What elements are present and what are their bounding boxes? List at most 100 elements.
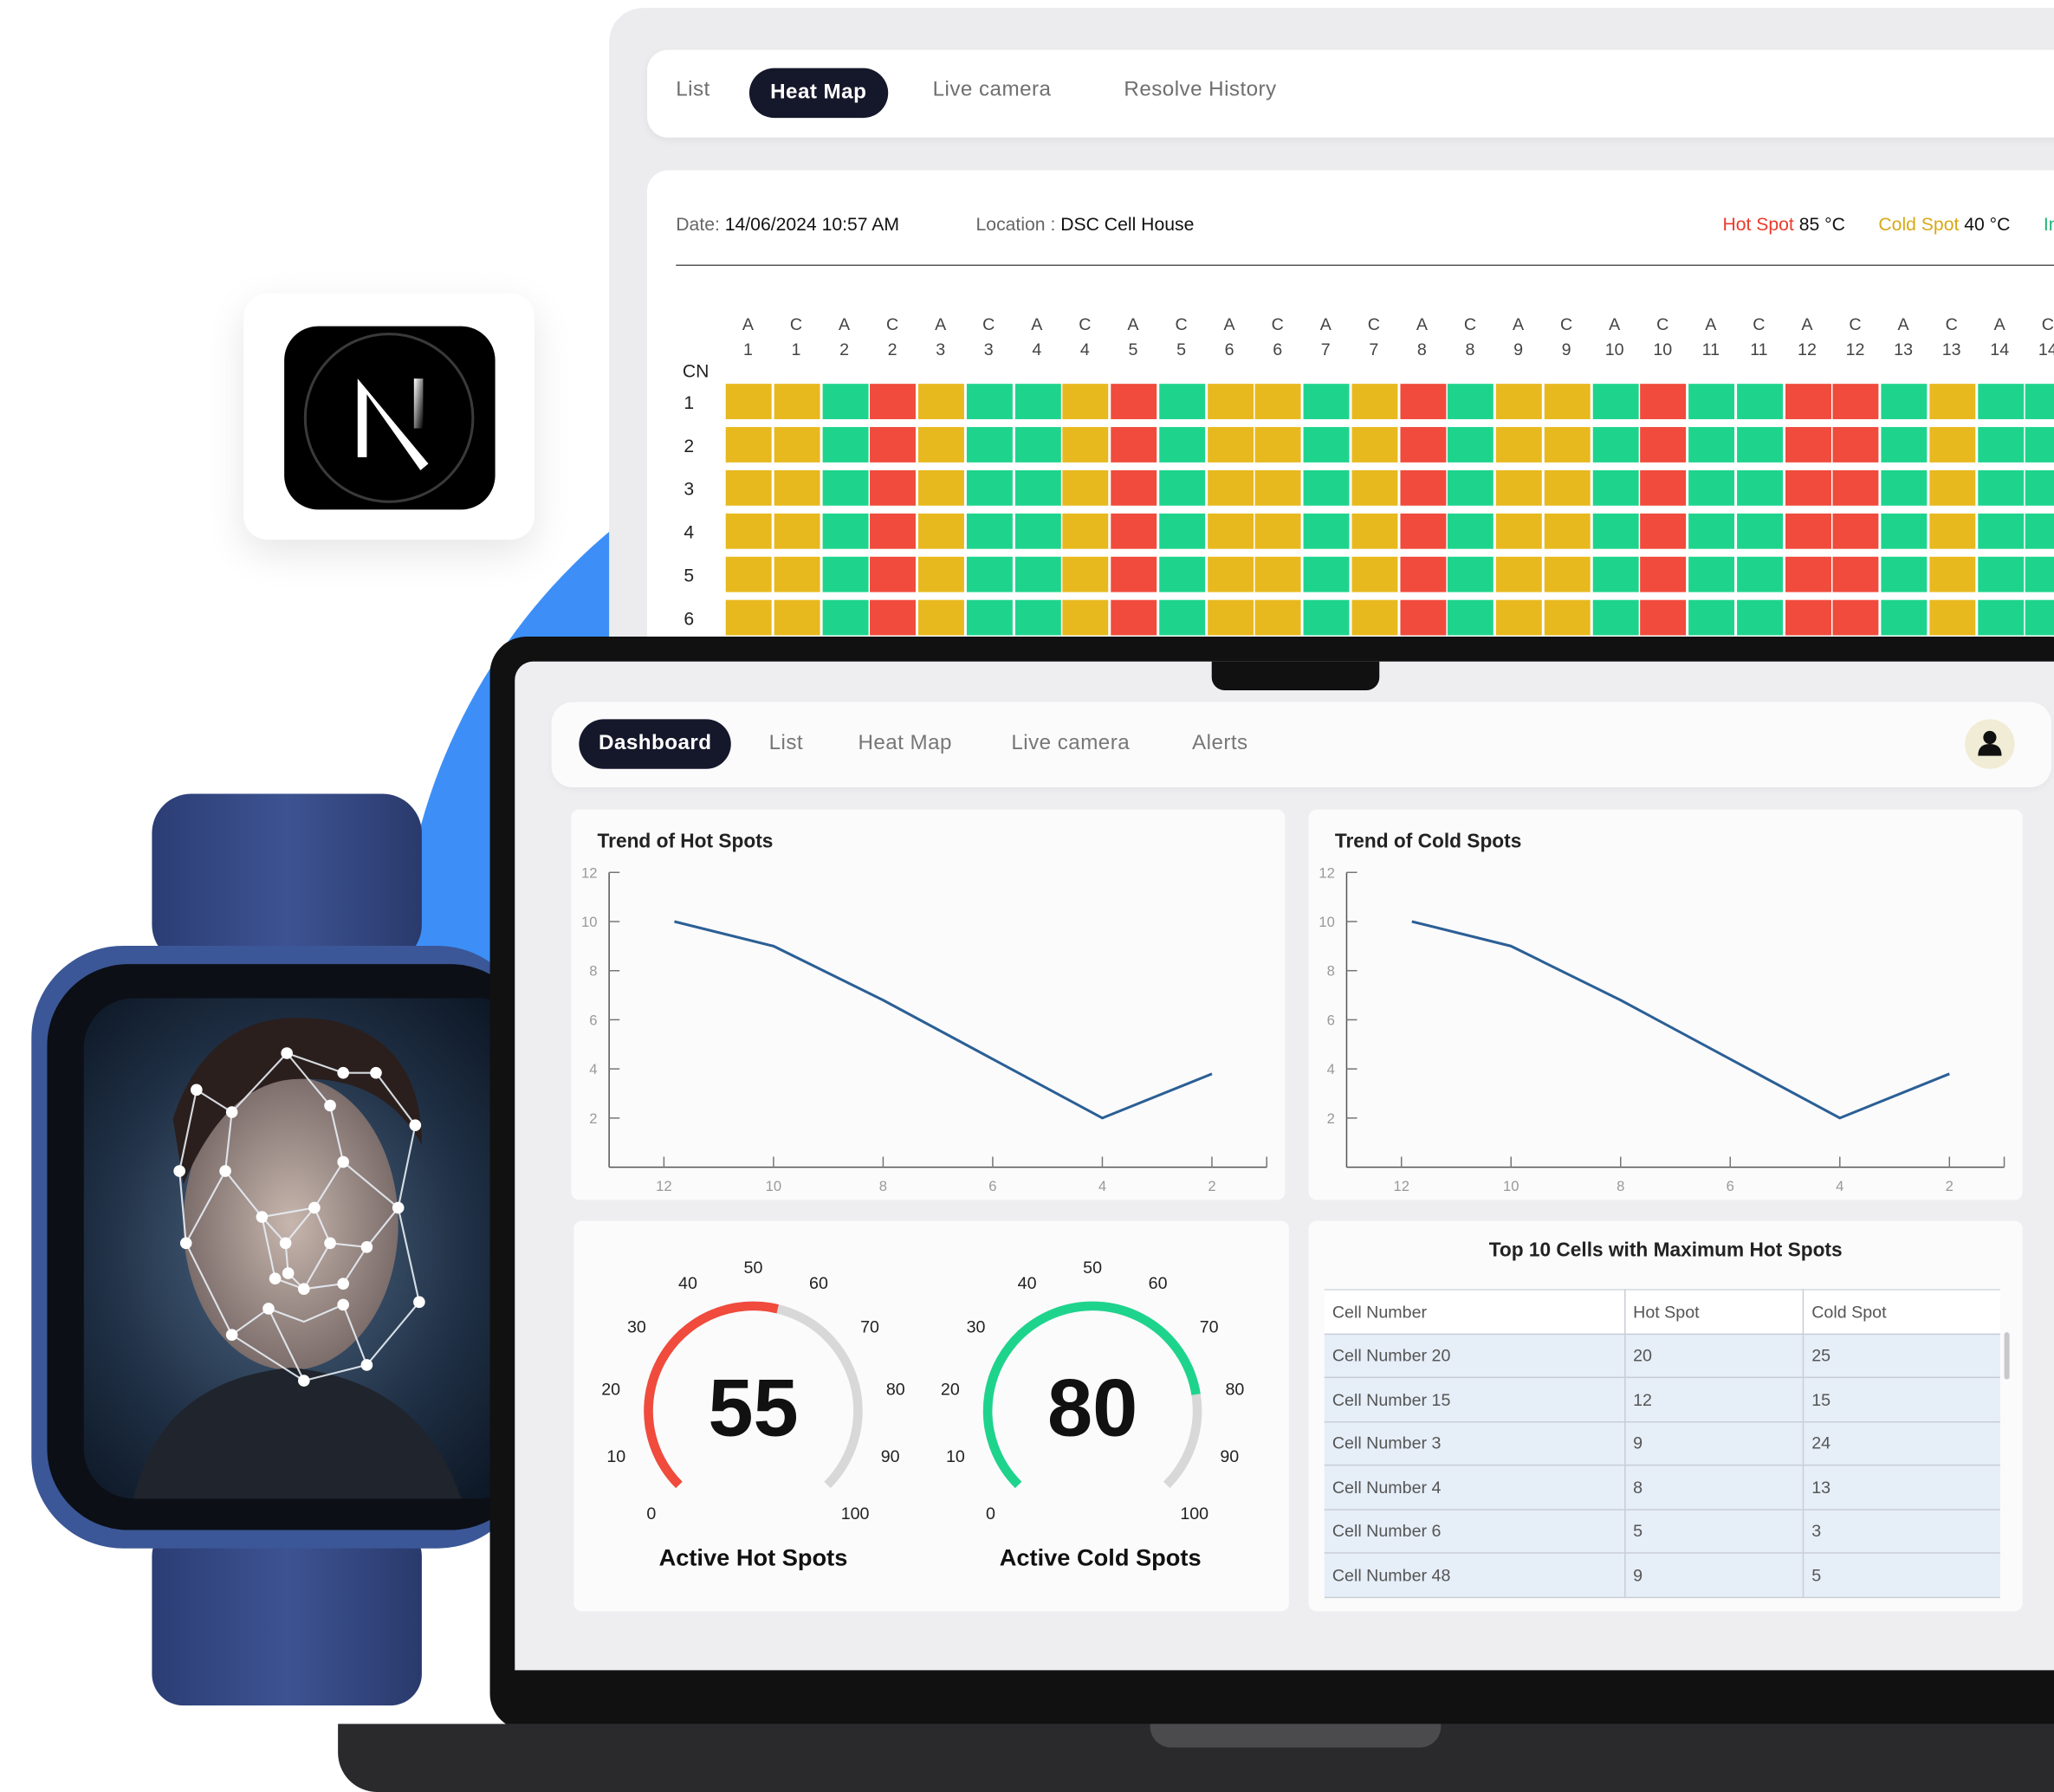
heat-cell[interactable] [1111,469,1157,506]
heat-cell[interactable] [725,427,772,463]
heat-cell[interactable] [1062,384,1109,419]
heat-cell[interactable] [966,599,1013,636]
heat-cell[interactable] [1207,599,1254,636]
heat-cell[interactable] [1207,427,1254,463]
heat-cell[interactable] [1448,556,1494,592]
heat-cell[interactable] [1062,469,1109,506]
heat-cell[interactable] [1303,556,1350,592]
heat-cell[interactable] [1351,384,1398,419]
heat-cell[interactable] [870,556,917,592]
heat-cell[interactable] [1977,556,2024,592]
heat-cell[interactable] [1544,556,1591,592]
heat-cell[interactable] [1014,384,1061,419]
heat-cell[interactable] [725,599,772,636]
heat-cell[interactable] [1111,556,1157,592]
heat-cell[interactable] [774,469,820,506]
heat-cell[interactable] [725,469,772,506]
heat-cell[interactable] [1158,599,1205,636]
heat-cell[interactable] [1207,556,1254,592]
heat-cell[interactable] [1785,599,1831,636]
tab-alerts[interactable]: Alerts [1192,732,1248,755]
table-row[interactable]: Cell Number 15 12 15 [1324,1377,2001,1422]
heat-cell[interactable] [1832,427,1879,463]
heat-cell[interactable] [725,556,772,592]
heat-cell[interactable] [774,556,820,592]
heat-cell[interactable] [1254,599,1301,636]
heat-cell[interactable] [1303,427,1350,463]
heat-cell[interactable] [1111,599,1157,636]
heat-cell[interactable] [1062,427,1109,463]
tab-dashboard[interactable]: Dashboard [579,719,732,769]
heat-cell[interactable] [1111,427,1157,463]
heat-cell[interactable] [917,556,964,592]
heat-cell[interactable] [725,513,772,549]
heat-cell[interactable] [1977,513,2024,549]
heat-cell[interactable] [1544,513,1591,549]
heat-cell[interactable] [1014,427,1061,463]
heat-cell[interactable] [1928,384,1975,419]
heat-cell[interactable] [1351,599,1398,636]
heat-cell[interactable] [1591,469,1638,506]
heat-cell[interactable] [1785,556,1831,592]
heat-cell[interactable] [966,469,1013,506]
heat-cell[interactable] [2025,513,2054,549]
heat-cell[interactable] [1640,469,1687,506]
table-row[interactable]: Cell Number 4 8 13 [1324,1465,2001,1511]
heat-cell[interactable] [1688,427,1735,463]
heat-cell[interactable] [870,427,917,463]
heat-cell[interactable] [1448,427,1494,463]
heat-cell[interactable] [1928,556,1975,592]
heat-cell[interactable] [1591,513,1638,549]
heat-cell[interactable] [1014,513,1061,549]
heat-cell[interactable] [1544,384,1591,419]
tab-live-camera[interactable]: Live camera [933,79,1052,102]
heat-cell[interactable] [1736,427,1783,463]
heat-cell[interactable] [774,513,820,549]
heat-cell[interactable] [1158,384,1205,419]
heat-cell[interactable] [917,599,964,636]
heat-cell[interactable] [1591,599,1638,636]
heat-cell[interactable] [1832,556,1879,592]
heat-cell[interactable] [725,384,772,419]
heat-cell[interactable] [1640,427,1687,463]
heat-cell[interactable] [1207,469,1254,506]
heat-cell[interactable] [821,427,868,463]
heat-cell[interactable] [1785,384,1831,419]
heat-cell[interactable] [1111,513,1157,549]
heat-cell[interactable] [821,599,868,636]
heat-cell[interactable] [1448,513,1494,549]
heat-cell[interactable] [1158,556,1205,592]
heat-cell[interactable] [1688,556,1735,592]
heat-cell[interactable] [1785,427,1831,463]
heat-cell[interactable] [1207,384,1254,419]
heat-cell[interactable] [1448,384,1494,419]
heat-cell[interactable] [1399,599,1446,636]
heat-cell[interactable] [966,513,1013,549]
heat-cell[interactable] [1736,599,1783,636]
user-icon[interactable] [1965,719,2015,769]
tab-resolve-history[interactable]: Resolve History [1124,79,1276,102]
heat-cell[interactable] [1591,427,1638,463]
heat-cell[interactable] [2025,599,2054,636]
heat-cell[interactable] [1881,599,1928,636]
heat-cell[interactable] [1881,384,1928,419]
heat-cell[interactable] [1254,513,1301,549]
tab-heat-map[interactable]: Heat Map [858,732,952,755]
heat-cell[interactable] [1785,469,1831,506]
heat-cell[interactable] [1640,599,1687,636]
heat-cell[interactable] [966,556,1013,592]
table-scrollbar[interactable] [2004,1332,2010,1380]
heat-cell[interactable] [1014,469,1061,506]
heat-cell[interactable] [917,427,964,463]
heat-cell[interactable] [1111,384,1157,419]
heat-cell[interactable] [1062,513,1109,549]
tab-list[interactable]: List [769,732,803,755]
heat-cell[interactable] [1881,556,1928,592]
heat-cell[interactable] [1977,599,2024,636]
heat-cell[interactable] [1399,469,1446,506]
heat-cell[interactable] [917,384,964,419]
heat-cell[interactable] [1928,599,1975,636]
heat-cell[interactable] [1158,513,1205,549]
heat-cell[interactable] [1977,427,2024,463]
heat-cell[interactable] [966,384,1013,419]
